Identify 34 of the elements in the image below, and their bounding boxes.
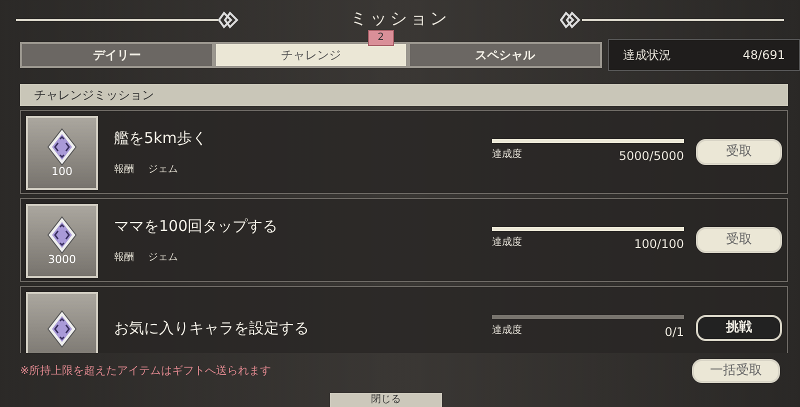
- diamond-icon: [218, 11, 240, 29]
- mission-action-button[interactable]: 受取: [696, 139, 782, 165]
- reward-label: 報酬: [114, 162, 134, 177]
- reward-name: ジェム: [148, 250, 178, 265]
- progress-label: 達成度: [492, 148, 522, 162]
- screen-title: ミッション: [349, 8, 451, 32]
- tab[interactable]: デイリー: [20, 42, 214, 68]
- progress-label: 達成度: [492, 324, 522, 338]
- claim-all-button[interactable]: 一括受取: [692, 359, 780, 383]
- section-header: チャレンジミッション: [20, 84, 788, 106]
- close-button[interactable]: 閉じる: [330, 393, 442, 407]
- reward-label: 報酬: [114, 250, 134, 265]
- mission-title: 艦を5km歩く: [114, 128, 208, 150]
- gem-icon: [47, 310, 77, 348]
- summary-label: 達成状況: [623, 47, 671, 64]
- mission-action-button[interactable]: 挑戦: [696, 315, 782, 341]
- gem-icon: [47, 216, 77, 254]
- progress-value: 0/1: [664, 324, 684, 341]
- reward-name: ジェム: [148, 162, 178, 177]
- mission-title: ママを100回タップする: [114, 216, 279, 238]
- progress-value: 100/100: [634, 236, 684, 253]
- progress-value: 5000/5000: [618, 148, 684, 165]
- count-badge: 2: [368, 30, 394, 46]
- tab[interactable]: スペシャル: [408, 42, 602, 68]
- reward-count: 3000: [48, 254, 76, 266]
- summary-value: 48/691: [742, 47, 785, 64]
- diamond-icon: [560, 11, 582, 29]
- reward-count: 100: [52, 166, 72, 178]
- mission-action-button[interactable]: 受取: [696, 227, 782, 253]
- mission-title: お気に入りキャラを設定する: [114, 318, 310, 339]
- gem-icon: [47, 128, 77, 166]
- tab[interactable]: チャレンジ: [214, 42, 408, 68]
- notice-text: ※所持上限を超えたアイテムはギフトへ送られます: [20, 362, 272, 379]
- progress-label: 達成度: [492, 236, 522, 250]
